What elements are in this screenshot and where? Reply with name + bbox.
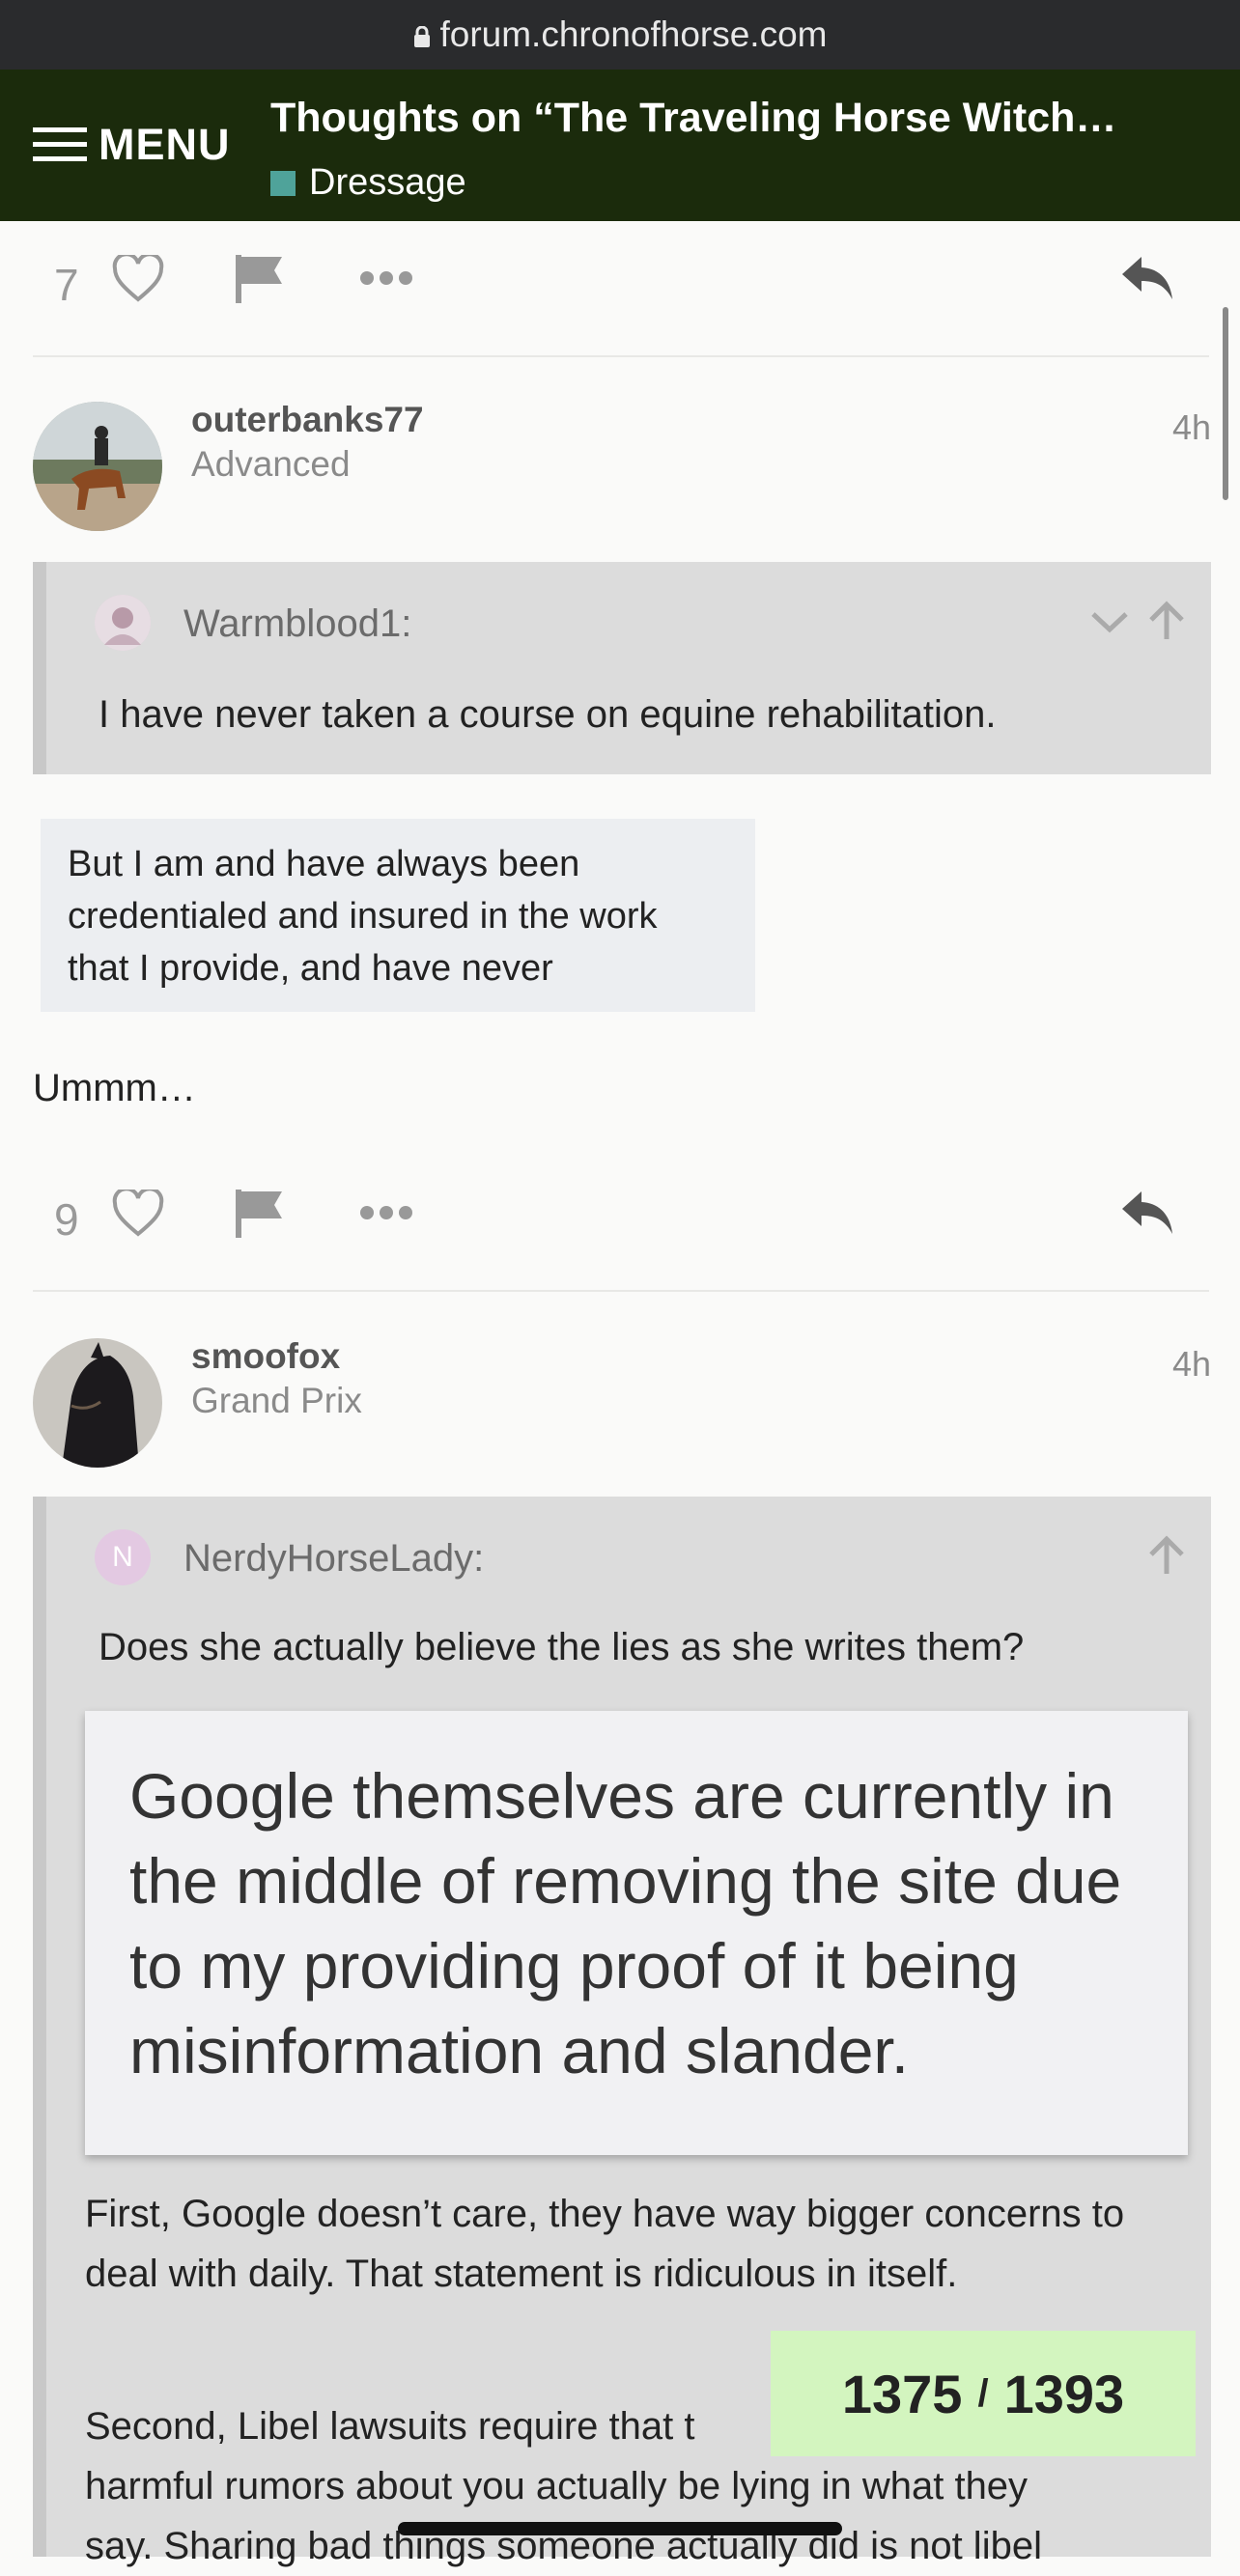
username[interactable]: smoofox — [191, 1336, 340, 1377]
post-body: Ummm… — [33, 1067, 196, 1109]
embedded-image[interactable]: Google themselves are currently in the m… — [85, 1711, 1188, 2155]
more-options-icon[interactable] — [359, 268, 413, 288]
site-header: MENU Thoughts on “The Traveling Horse Wi… — [0, 70, 1240, 221]
heart-icon[interactable] — [112, 255, 164, 303]
username[interactable]: outerbanks77 — [191, 400, 424, 440]
progress-current: 1375 — [841, 2363, 963, 2424]
like-count: 9 — [54, 1194, 79, 1245]
category-color-swatch — [270, 170, 296, 196]
post-time[interactable]: 4h — [1172, 1344, 1211, 1385]
menu-label: MENU — [99, 120, 231, 169]
heart-icon[interactable] — [112, 1190, 164, 1238]
horse-rider-avatar-image — [33, 402, 162, 531]
category-badge[interactable]: Dressage — [270, 162, 466, 204]
topic-title[interactable]: Thoughts on “The Traveling Horse Witch… — [270, 95, 1116, 142]
quote-paragraph: First, Google doesn’t care, they have wa… — [85, 2193, 1125, 2295]
avatar[interactable] — [33, 1338, 162, 1468]
flag-icon[interactable] — [232, 253, 286, 305]
quote-avatar[interactable]: N — [95, 1529, 151, 1585]
embedded-image[interactable]: But I am and have always been credential… — [41, 819, 755, 1012]
reply-icon[interactable] — [1118, 253, 1176, 305]
progress-separator: / — [977, 2371, 989, 2415]
quote-paragraph-line: harmful rumors about you actually be lyi… — [85, 2465, 1029, 2507]
home-indicator[interactable] — [398, 2522, 842, 2535]
quote-author[interactable]: Warmblood1: — [183, 602, 411, 646]
topic-progress-indicator[interactable]: 1375 / 1393 — [771, 2331, 1196, 2456]
arrow-up-icon[interactable] — [1147, 601, 1186, 641]
reply-icon[interactable] — [1118, 1188, 1176, 1240]
quote-author[interactable]: NerdyHorseLady: — [183, 1537, 484, 1581]
quote-text: I have never taken a course on equine re… — [99, 693, 997, 736]
embedded-image-text: But I am and have always been credential… — [68, 844, 658, 989]
post-actions: 9 — [33, 1182, 1211, 1249]
quote-avatar-image — [95, 595, 151, 651]
like-count: 7 — [54, 260, 79, 310]
dark-horse-avatar-image — [33, 1338, 162, 1468]
quote-paragraph-line: Second, Libel lawsuits require that t — [85, 2405, 695, 2448]
url-text: forum.chronofhorse.com — [439, 14, 828, 54]
quote-text: Does she actually believe the lies as sh… — [99, 1626, 1025, 1668]
user-title: Grand Prix — [191, 1381, 362, 1420]
quote-avatar[interactable] — [95, 595, 151, 651]
lock-icon — [414, 26, 431, 47]
more-options-icon[interactable] — [359, 1203, 413, 1222]
post-actions: 7 — [33, 247, 1211, 315]
quote-avatar-initial: N — [112, 1541, 133, 1573]
arrow-up-icon[interactable] — [1147, 1535, 1186, 1576]
progress-total: 1393 — [1003, 2363, 1125, 2424]
post-divider — [33, 355, 1209, 357]
user-title: Advanced — [191, 444, 351, 484]
scrollbar[interactable] — [1223, 307, 1228, 500]
hamburger-icon — [33, 127, 87, 161]
quote-block: Warmblood1: I have never taken a course … — [33, 562, 1211, 774]
post-time[interactable]: 4h — [1172, 407, 1211, 448]
browser-url-bar[interactable]: forum.chronofhorse.com — [0, 0, 1240, 70]
chevron-down-icon[interactable] — [1089, 608, 1130, 635]
flag-icon[interactable] — [232, 1188, 286, 1240]
category-label: Dressage — [309, 162, 466, 203]
post-divider — [33, 1290, 1209, 1292]
embedded-image-text: Google themselves are currently in the m… — [129, 1760, 1122, 2086]
avatar[interactable] — [33, 402, 162, 531]
menu-button[interactable]: MENU — [33, 120, 231, 170]
